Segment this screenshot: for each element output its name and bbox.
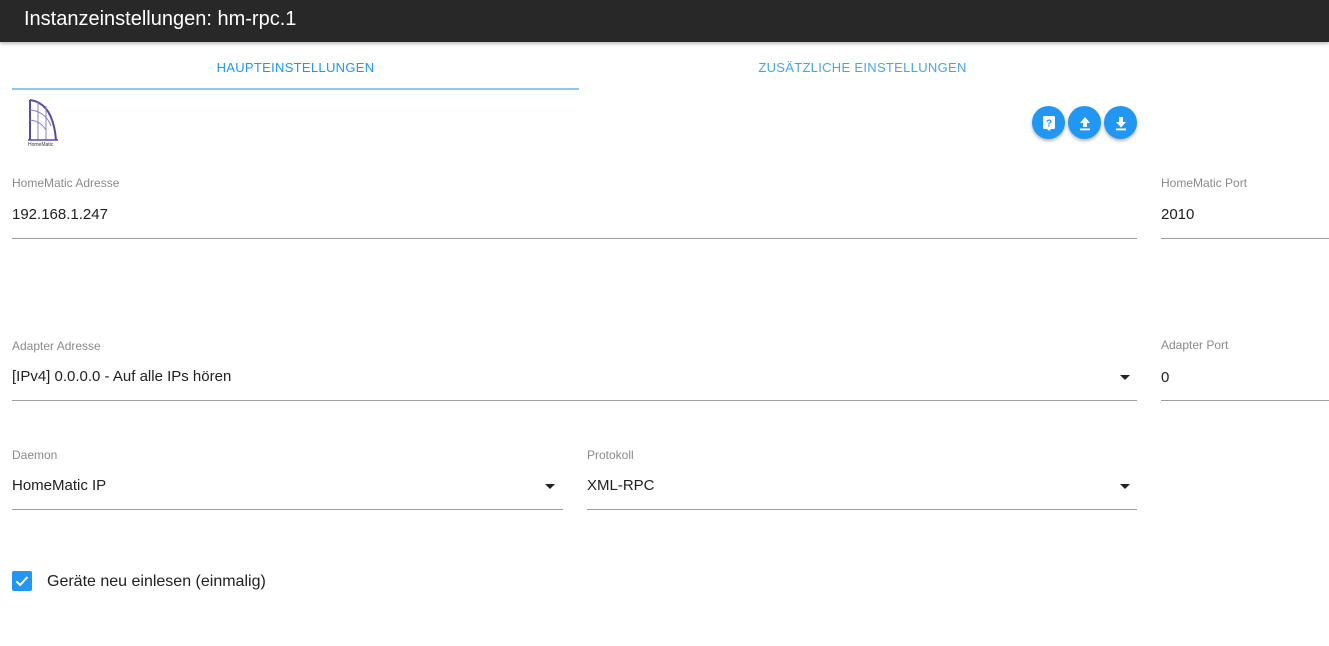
adapter-port-input[interactable]: 0 — [1161, 369, 1169, 386]
protocol-underline — [587, 509, 1137, 510]
adapter-address-dropdown-icon[interactable] — [1120, 375, 1130, 380]
tab-bar: HAUPTEINSTELLUNGEN ZUSÄTZLICHE EINSTELLU… — [12, 44, 1146, 90]
daemon-select[interactable]: HomeMatic IP — [12, 477, 106, 494]
tab-main-settings[interactable]: HAUPTEINSTELLUNGEN — [12, 44, 579, 90]
window-title: Instanzeinstellungen: hm-rpc.1 — [24, 8, 297, 30]
active-tab-indicator — [12, 88, 579, 90]
logo-text: HomeMatic — [28, 142, 54, 148]
adapter-port-underline — [1161, 400, 1329, 401]
homematic-port-input[interactable]: 2010 — [1161, 206, 1194, 223]
homematic-port-label: HomeMatic Port — [1161, 176, 1248, 190]
homematic-address-label: HomeMatic Adresse — [12, 176, 120, 190]
tab-additional-settings[interactable]: ZUSÄTZLICHE EINSTELLUNGEN — [579, 44, 1146, 90]
svg-text:?: ? — [1045, 118, 1051, 129]
upload-icon — [1079, 116, 1090, 130]
homematic-address-input[interactable]: 192.168.1.247 — [12, 206, 108, 223]
daemon-label: Daemon — [12, 448, 58, 462]
protocol-select[interactable]: XML-RPC — [587, 477, 655, 494]
adapter-port-label: Adapter Port — [1161, 338, 1229, 352]
reread-devices-label: Geräte neu einlesen (einmalig) — [47, 573, 266, 590]
adapter-address-label: Adapter Adresse — [12, 339, 101, 353]
homematic-logo: HomeMatic — [28, 99, 58, 148]
daemon-underline — [12, 509, 563, 510]
title-bar: Instanzeinstellungen: hm-rpc.1 — [0, 0, 1329, 42]
homematic-address-underline — [12, 238, 1137, 239]
adapter-address-select[interactable]: [IPv4] 0.0.0.0 - Auf alle IPs hören — [12, 368, 231, 385]
reread-devices-checkbox[interactable] — [12, 571, 32, 591]
homematic-port-underline — [1161, 238, 1329, 239]
download-icon — [1115, 116, 1126, 130]
help-icon: ? — [1042, 115, 1055, 131]
protocol-dropdown-icon[interactable] — [1120, 484, 1130, 489]
daemon-dropdown-icon[interactable] — [545, 484, 555, 489]
help-button[interactable]: ? — [1032, 106, 1065, 139]
checkmark-icon — [15, 576, 29, 587]
upload-button[interactable] — [1068, 106, 1101, 139]
adapter-address-underline — [12, 400, 1137, 401]
protocol-label: Protokoll — [587, 448, 634, 462]
download-button[interactable] — [1104, 106, 1137, 139]
